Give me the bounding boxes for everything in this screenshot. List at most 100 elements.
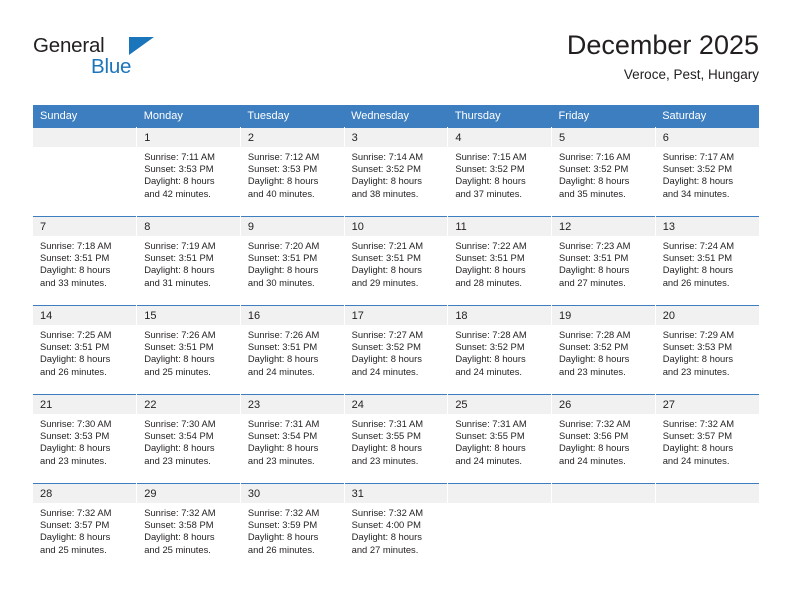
day-cell-23[interactable]: 23 Sunrise: 7:31 AM Sunset: 3:54 PM Dayligh… [240, 394, 345, 484]
sunset-text: Sunset: 3:52 PM [455, 163, 525, 175]
daylight-text: Daylight: 8 hours [40, 531, 111, 543]
sunrise-text: Sunrise: 7:21 AM [351, 240, 424, 251]
daylight-text: Daylight: 8 hours [455, 264, 526, 276]
daylight-text: and 27 minutes. [559, 276, 626, 288]
daylight-text: Daylight: 8 hours [559, 264, 630, 276]
day-details: Sunrise: 7:26 AM Sunset: 3:51 PM Daylight:… [137, 325, 240, 378]
daylight-text: Daylight: 8 hours [247, 175, 319, 187]
day-cell-24[interactable]: 24 Sunrise: 7:31 AM Sunset: 3:55 PM Dayligh… [344, 394, 449, 484]
sunset-text: Sunset: 3:52 PM [455, 341, 525, 353]
day-cell-2[interactable]: 2 Sunrise: 7:12 AM Sunset: 3:53 PM Daylight… [240, 127, 345, 217]
weekday-header-thursday: Thursday [447, 105, 552, 128]
day-number: 26 [552, 395, 655, 414]
sunset-text: Sunset: 3:52 PM [351, 163, 421, 175]
day-number: 24 [344, 395, 448, 414]
day-cell-17[interactable]: 17 Sunrise: 7:27 AM Sunset: 3:52 PM Dayligh… [344, 305, 449, 395]
sunset-text: Sunset: 3:52 PM [662, 163, 733, 175]
day-cell-16[interactable]: 16 Sunrise: 7:26 AM Sunset: 3:51 PM Dayligh… [240, 305, 345, 395]
day-cell-6[interactable]: 6 Sunrise: 7:17 AM Sunset: 3:52 PM Daylight… [655, 127, 759, 217]
sunset-text: Sunset: 3:52 PM [351, 341, 421, 353]
day-cell-18[interactable]: 18 Sunrise: 7:28 AM Sunset: 3:52 PM Dayligh… [447, 305, 553, 395]
daylight-text: and 29 minutes. [351, 276, 419, 288]
day-cell-19[interactable]: 19 Sunrise: 7:28 AM Sunset: 3:52 PM Dayligh… [551, 305, 656, 395]
sunset-text: Sunset: 3:51 PM [144, 341, 214, 353]
day-cell-27[interactable]: 27 Sunrise: 7:32 AM Sunset: 3:57 PM Dayligh… [655, 394, 759, 484]
sunrise-text: Sunrise: 7:32 AM [559, 418, 631, 429]
day-cell-21[interactable]: 21 Sunrise: 7:30 AM Sunset: 3:53 PM Dayligh… [33, 394, 138, 484]
daylight-text: and 35 minutes. [559, 187, 626, 199]
day-cell-30[interactable]: 30 Sunrise: 7:32 AM Sunset: 3:59 PM Dayligh… [240, 483, 345, 573]
day-cell-13[interactable]: 13 Sunrise: 7:24 AM Sunset: 3:51 PM Dayligh… [655, 216, 759, 306]
day-number: 9 [240, 217, 344, 236]
sunrise-text: Sunrise: 7:15 AM [455, 151, 527, 162]
day-number: 20 [655, 306, 759, 325]
weekday-header-monday: Monday [136, 105, 241, 128]
day-cell-7[interactable]: 7 Sunrise: 7:18 AM Sunset: 3:51 PM Daylight… [33, 216, 138, 306]
day-cell-15[interactable]: 15 Sunrise: 7:26 AM Sunset: 3:51 PM Dayligh… [136, 305, 241, 395]
day-cell-29[interactable]: 29 Sunrise: 7:32 AM Sunset: 3:58 PM Dayligh… [136, 483, 241, 573]
page-header: General Blue December 2025 Veroce, Pest,… [33, 28, 759, 94]
calendar-week-row: 28 Sunrise: 7:32 AM Sunset: 3:57 PM Dayligh… [33, 483, 759, 573]
sunset-text: Sunset: 3:55 PM [455, 430, 525, 442]
day-details: Sunrise: 7:29 AM Sunset: 3:53 PM Daylight:… [656, 325, 759, 378]
day-number: 4 [448, 128, 552, 147]
day-cell-1[interactable]: 1 Sunrise: 7:11 AM Sunset: 3:53 PM Daylight… [136, 127, 241, 217]
day-details: Sunrise: 7:25 AM Sunset: 3:51 PM Daylight:… [33, 325, 136, 378]
sunrise-text: Sunrise: 7:30 AM [144, 418, 216, 429]
day-cell-11[interactable]: 11 Sunrise: 7:22 AM Sunset: 3:51 PM Dayligh… [447, 216, 553, 306]
sunset-text: Sunset: 3:52 PM [559, 163, 629, 175]
title-block: December 2025 Veroce, Pest, Hungary [567, 28, 759, 86]
logo-triangle-icon [129, 37, 154, 55]
day-cell-25[interactable]: 25 Sunrise: 7:31 AM Sunset: 3:55 PM Dayligh… [447, 394, 553, 484]
day-cell-5[interactable]: 5 Sunrise: 7:16 AM Sunset: 3:52 PM Daylight… [551, 127, 656, 217]
day-number: 21 [33, 395, 137, 414]
day-number: 2 [240, 128, 344, 147]
day-cell-3[interactable]: 3 Sunrise: 7:14 AM Sunset: 3:52 PM Daylight… [344, 127, 449, 217]
day-details: Sunrise: 7:20 AM Sunset: 3:51 PM Daylight:… [241, 236, 344, 289]
calendar-body: 1 Sunrise: 7:11 AM Sunset: 3:53 PM Daylight… [33, 127, 759, 573]
day-cell-20[interactable]: 20 Sunrise: 7:29 AM Sunset: 3:53 PM Dayligh… [655, 305, 759, 395]
day-cell-8[interactable]: 8 Sunrise: 7:19 AM Sunset: 3:51 PM Daylight… [136, 216, 241, 306]
sunrise-text: Sunrise: 7:27 AM [351, 329, 424, 340]
daylight-text: and 33 minutes. [40, 276, 107, 288]
day-number: 19 [552, 306, 655, 325]
day-details: Sunrise: 7:15 AM Sunset: 3:52 PM Daylight:… [448, 147, 551, 200]
daylight-text: and 24 minutes. [247, 365, 315, 377]
daylight-text: and 37 minutes. [455, 187, 523, 199]
sunrise-text: Sunrise: 7:18 AM [40, 240, 112, 251]
sunset-text: Sunset: 3:51 PM [40, 341, 110, 353]
day-cell-26[interactable]: 26 Sunrise: 7:32 AM Sunset: 3:56 PM Dayligh… [551, 394, 656, 484]
calendar-grid: Sunday Monday Tuesday Wednesday Thursday Frid… [33, 105, 759, 573]
day-cell-12[interactable]: 12 Sunrise: 7:23 AM Sunset: 3:51 PM Dayligh… [551, 216, 656, 306]
day-cell-31[interactable]: 31 Sunrise: 7:32 AM Sunset: 4:00 PM Dayligh… [344, 483, 449, 573]
daylight-text: Daylight: 8 hours [351, 442, 422, 454]
day-cell-28[interactable]: 28 Sunrise: 7:32 AM Sunset: 3:57 PM Dayligh… [33, 483, 138, 573]
daylight-text: Daylight: 8 hours [559, 353, 630, 365]
sunset-text: Sunset: 3:54 PM [247, 430, 318, 442]
daylight-text: and 24 minutes. [662, 454, 730, 466]
sunset-text: Sunset: 3:51 PM [662, 252, 733, 264]
daylight-text: and 24 minutes. [455, 454, 523, 466]
sunrise-text: Sunrise: 7:14 AM [351, 151, 424, 162]
daylight-text: Daylight: 8 hours [247, 442, 319, 454]
day-details: Sunrise: 7:30 AM Sunset: 3:54 PM Daylight:… [137, 414, 240, 467]
day-cell-9[interactable]: 9 Sunrise: 7:20 AM Sunset: 3:51 PM Daylight… [240, 216, 345, 306]
day-number: 12 [552, 217, 655, 236]
day-cell-empty [551, 483, 656, 573]
daylight-text: Daylight: 8 hours [351, 264, 422, 276]
day-cell-22[interactable]: 22 Sunrise: 7:30 AM Sunset: 3:54 PM Dayligh… [136, 394, 241, 484]
daylight-text: and 27 minutes. [351, 543, 419, 555]
day-number: 7 [33, 217, 137, 236]
day-cell-empty [447, 483, 553, 573]
daylight-text: Daylight: 8 hours [662, 175, 734, 187]
day-cell-14[interactable]: 14 Sunrise: 7:25 AM Sunset: 3:51 PM Dayligh… [33, 305, 138, 395]
generalblue-logo[interactable]: General Blue [33, 34, 213, 86]
day-cell-4[interactable]: 4 Sunrise: 7:15 AM Sunset: 3:52 PM Daylight… [447, 127, 553, 217]
day-details: Sunrise: 7:17 AM Sunset: 3:52 PM Daylight:… [656, 147, 759, 200]
daylight-text: Daylight: 8 hours [247, 531, 319, 543]
day-cell-10[interactable]: 10 Sunrise: 7:21 AM Sunset: 3:51 PM Dayligh… [344, 216, 449, 306]
day-details: Sunrise: 7:32 AM Sunset: 3:57 PM Daylight:… [33, 503, 136, 556]
day-details: Sunrise: 7:28 AM Sunset: 3:52 PM Daylight:… [448, 325, 551, 378]
day-number: 3 [344, 128, 448, 147]
daylight-text: Daylight: 8 hours [247, 353, 319, 365]
